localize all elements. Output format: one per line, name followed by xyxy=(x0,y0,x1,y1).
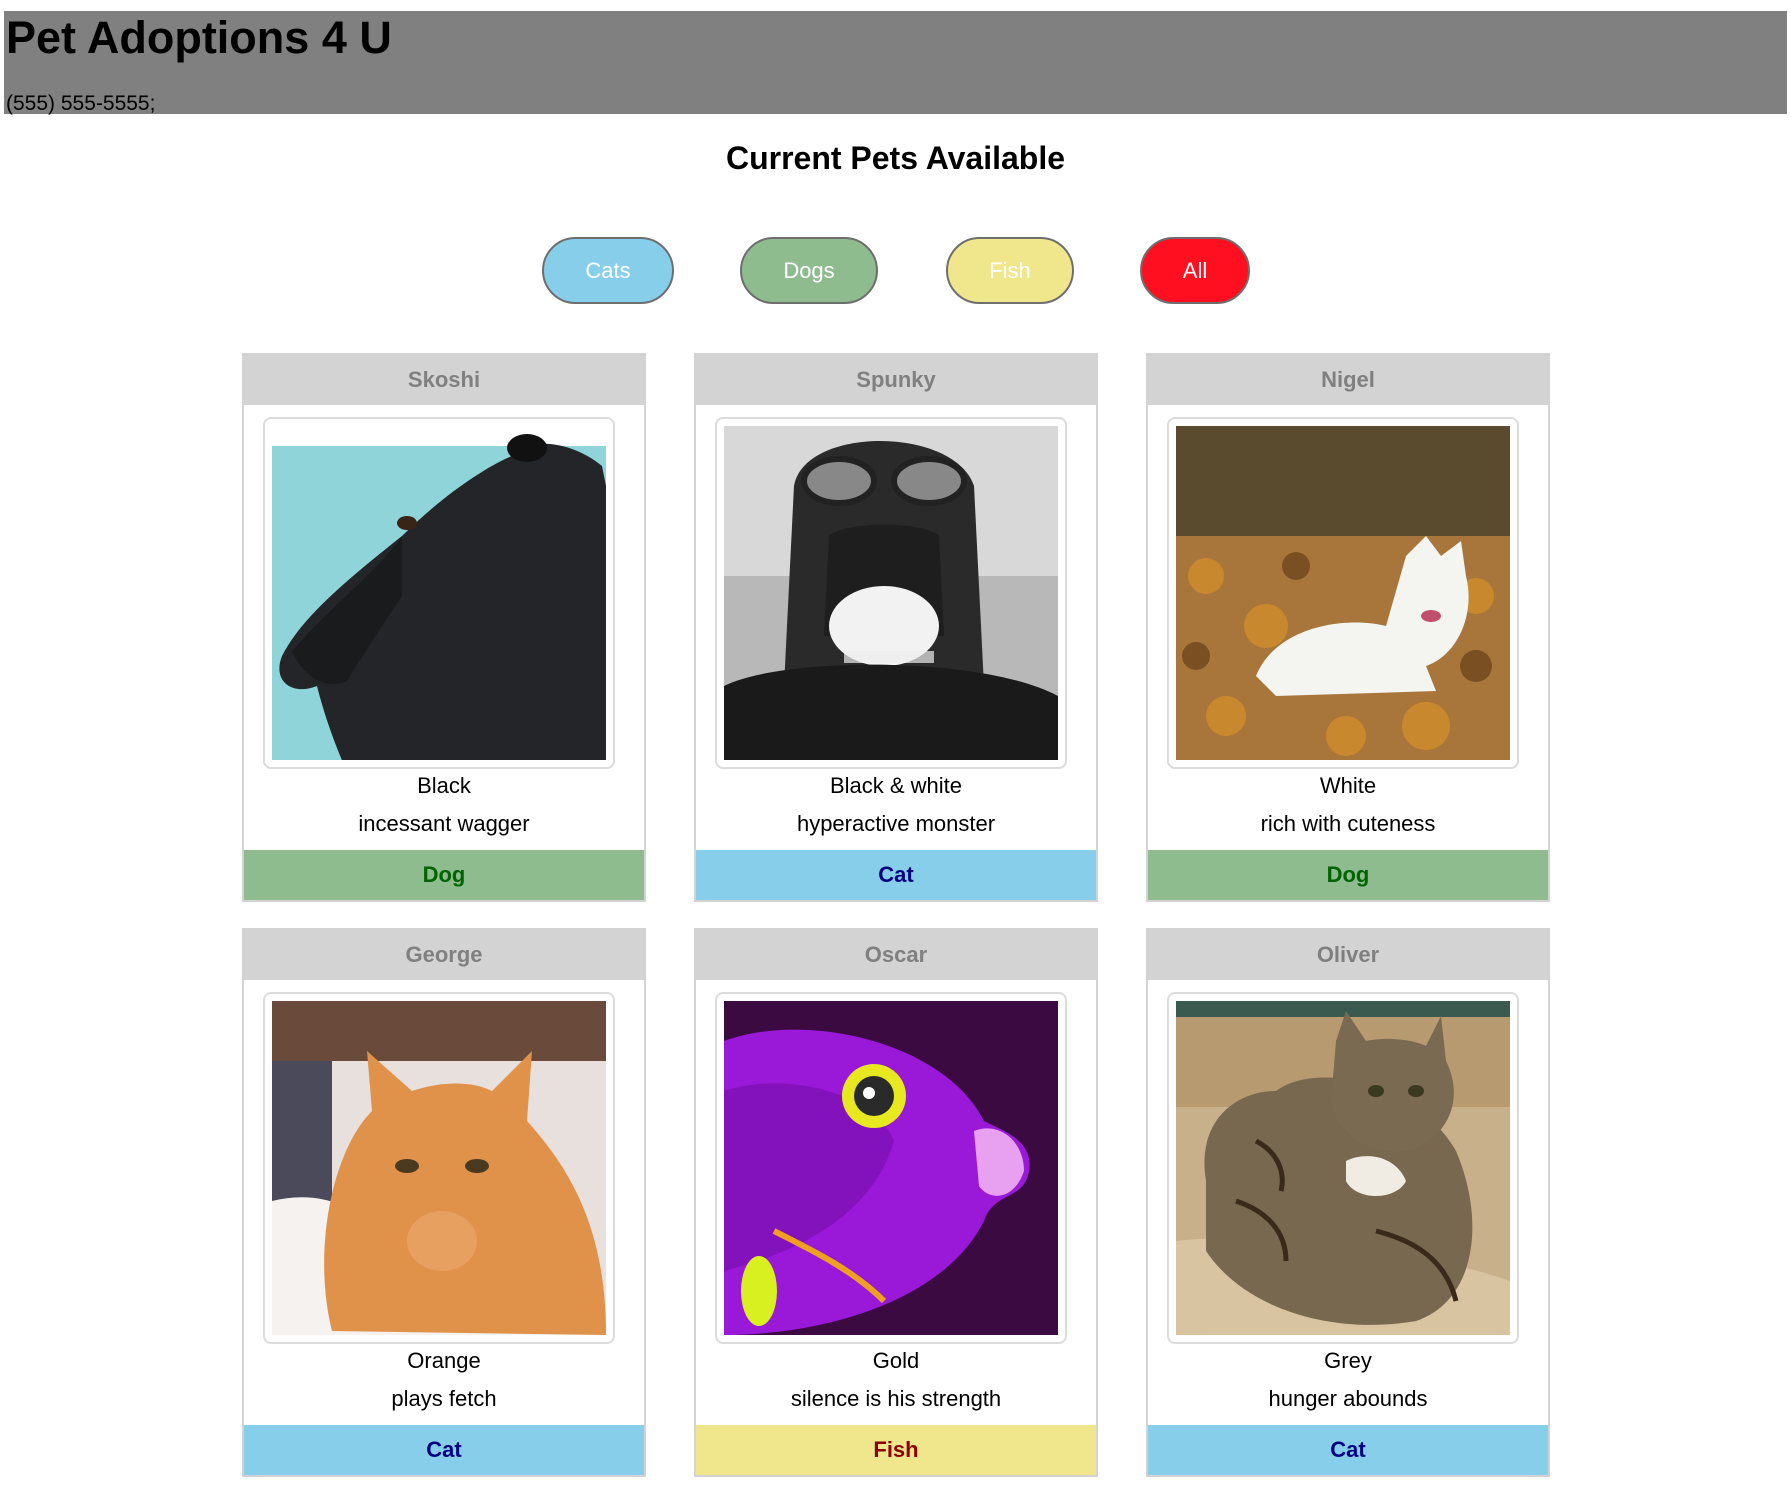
pet-photo xyxy=(715,417,1067,769)
pet-card-spunky: Spunky Black & white hyperactive monster… xyxy=(694,353,1098,902)
pet-description: plays fetch xyxy=(391,1386,497,1411)
pet-photo xyxy=(715,992,1067,1344)
pet-type-badge: Dog xyxy=(244,850,644,900)
pet-color: Gold xyxy=(872,1348,920,1373)
black-dog-photo-icon xyxy=(272,426,606,760)
orange-cat-photo-icon xyxy=(272,1001,606,1335)
site-header: Pet Adoptions 4 U (555) 555-5555; xyxy=(4,11,1787,115)
cat-with-goggles-photo-icon xyxy=(724,426,1058,760)
pet-color: Orange xyxy=(407,1348,481,1373)
pet-card-george: George Orange plays fetch Cat xyxy=(242,928,646,1477)
pet-photo xyxy=(263,992,615,1344)
purple-fish-photo-icon xyxy=(724,1001,1058,1335)
site-phone: (555) 555-5555; xyxy=(6,92,156,115)
pet-type-badge: Cat xyxy=(696,850,1096,900)
pet-name: Skoshi xyxy=(244,355,644,405)
filter-fish-button[interactable]: Fish xyxy=(946,237,1074,304)
pet-description: rich with cuteness xyxy=(1260,811,1436,836)
pet-type-badge: Cat xyxy=(1148,1425,1548,1475)
pet-color: Black xyxy=(417,773,471,798)
pet-description: incessant wagger xyxy=(358,811,530,836)
page-heading: Current Pets Available xyxy=(725,140,1066,176)
pet-description: silence is his strength xyxy=(790,1386,1002,1411)
pet-color: White xyxy=(1319,773,1377,798)
pet-card-oliver: Oliver Grey hunger abounds Cat xyxy=(1146,928,1550,1477)
pet-name: Oscar xyxy=(696,930,1096,980)
pet-photo xyxy=(1167,992,1519,1344)
pet-description: hunger abounds xyxy=(1268,1386,1428,1411)
filter-dogs-button[interactable]: Dogs xyxy=(740,237,878,304)
pet-name: George xyxy=(244,930,644,980)
pet-type-badge: Dog xyxy=(1148,850,1548,900)
pet-name: Oliver xyxy=(1148,930,1548,980)
pet-type-badge: Cat xyxy=(244,1425,644,1475)
pet-card-nigel: Nigel White rich with cuteness Dog xyxy=(1146,353,1550,902)
pet-description: hyperactive monster xyxy=(796,811,996,836)
site-title: Pet Adoptions 4 U xyxy=(6,12,392,63)
pet-name: Nigel xyxy=(1148,355,1548,405)
white-dog-in-leaves-photo-icon xyxy=(1176,426,1510,760)
pet-type-badge: Fish xyxy=(696,1425,1096,1475)
filter-all-button[interactable]: All xyxy=(1140,237,1250,304)
filter-cats-button[interactable]: Cats xyxy=(542,237,674,304)
pet-photo xyxy=(263,417,615,769)
tabby-cat-on-couch-photo-icon xyxy=(1176,1001,1510,1335)
pet-card-skoshi: Skoshi Black incessant wagger Dog xyxy=(242,353,646,902)
pet-photo xyxy=(1167,417,1519,769)
pet-color: Black & white xyxy=(829,773,963,798)
pet-card-oscar: Oscar Gold silence is his strength Fish xyxy=(694,928,1098,1477)
pet-color: Grey xyxy=(1324,1348,1372,1373)
pet-name: Spunky xyxy=(696,355,1096,405)
